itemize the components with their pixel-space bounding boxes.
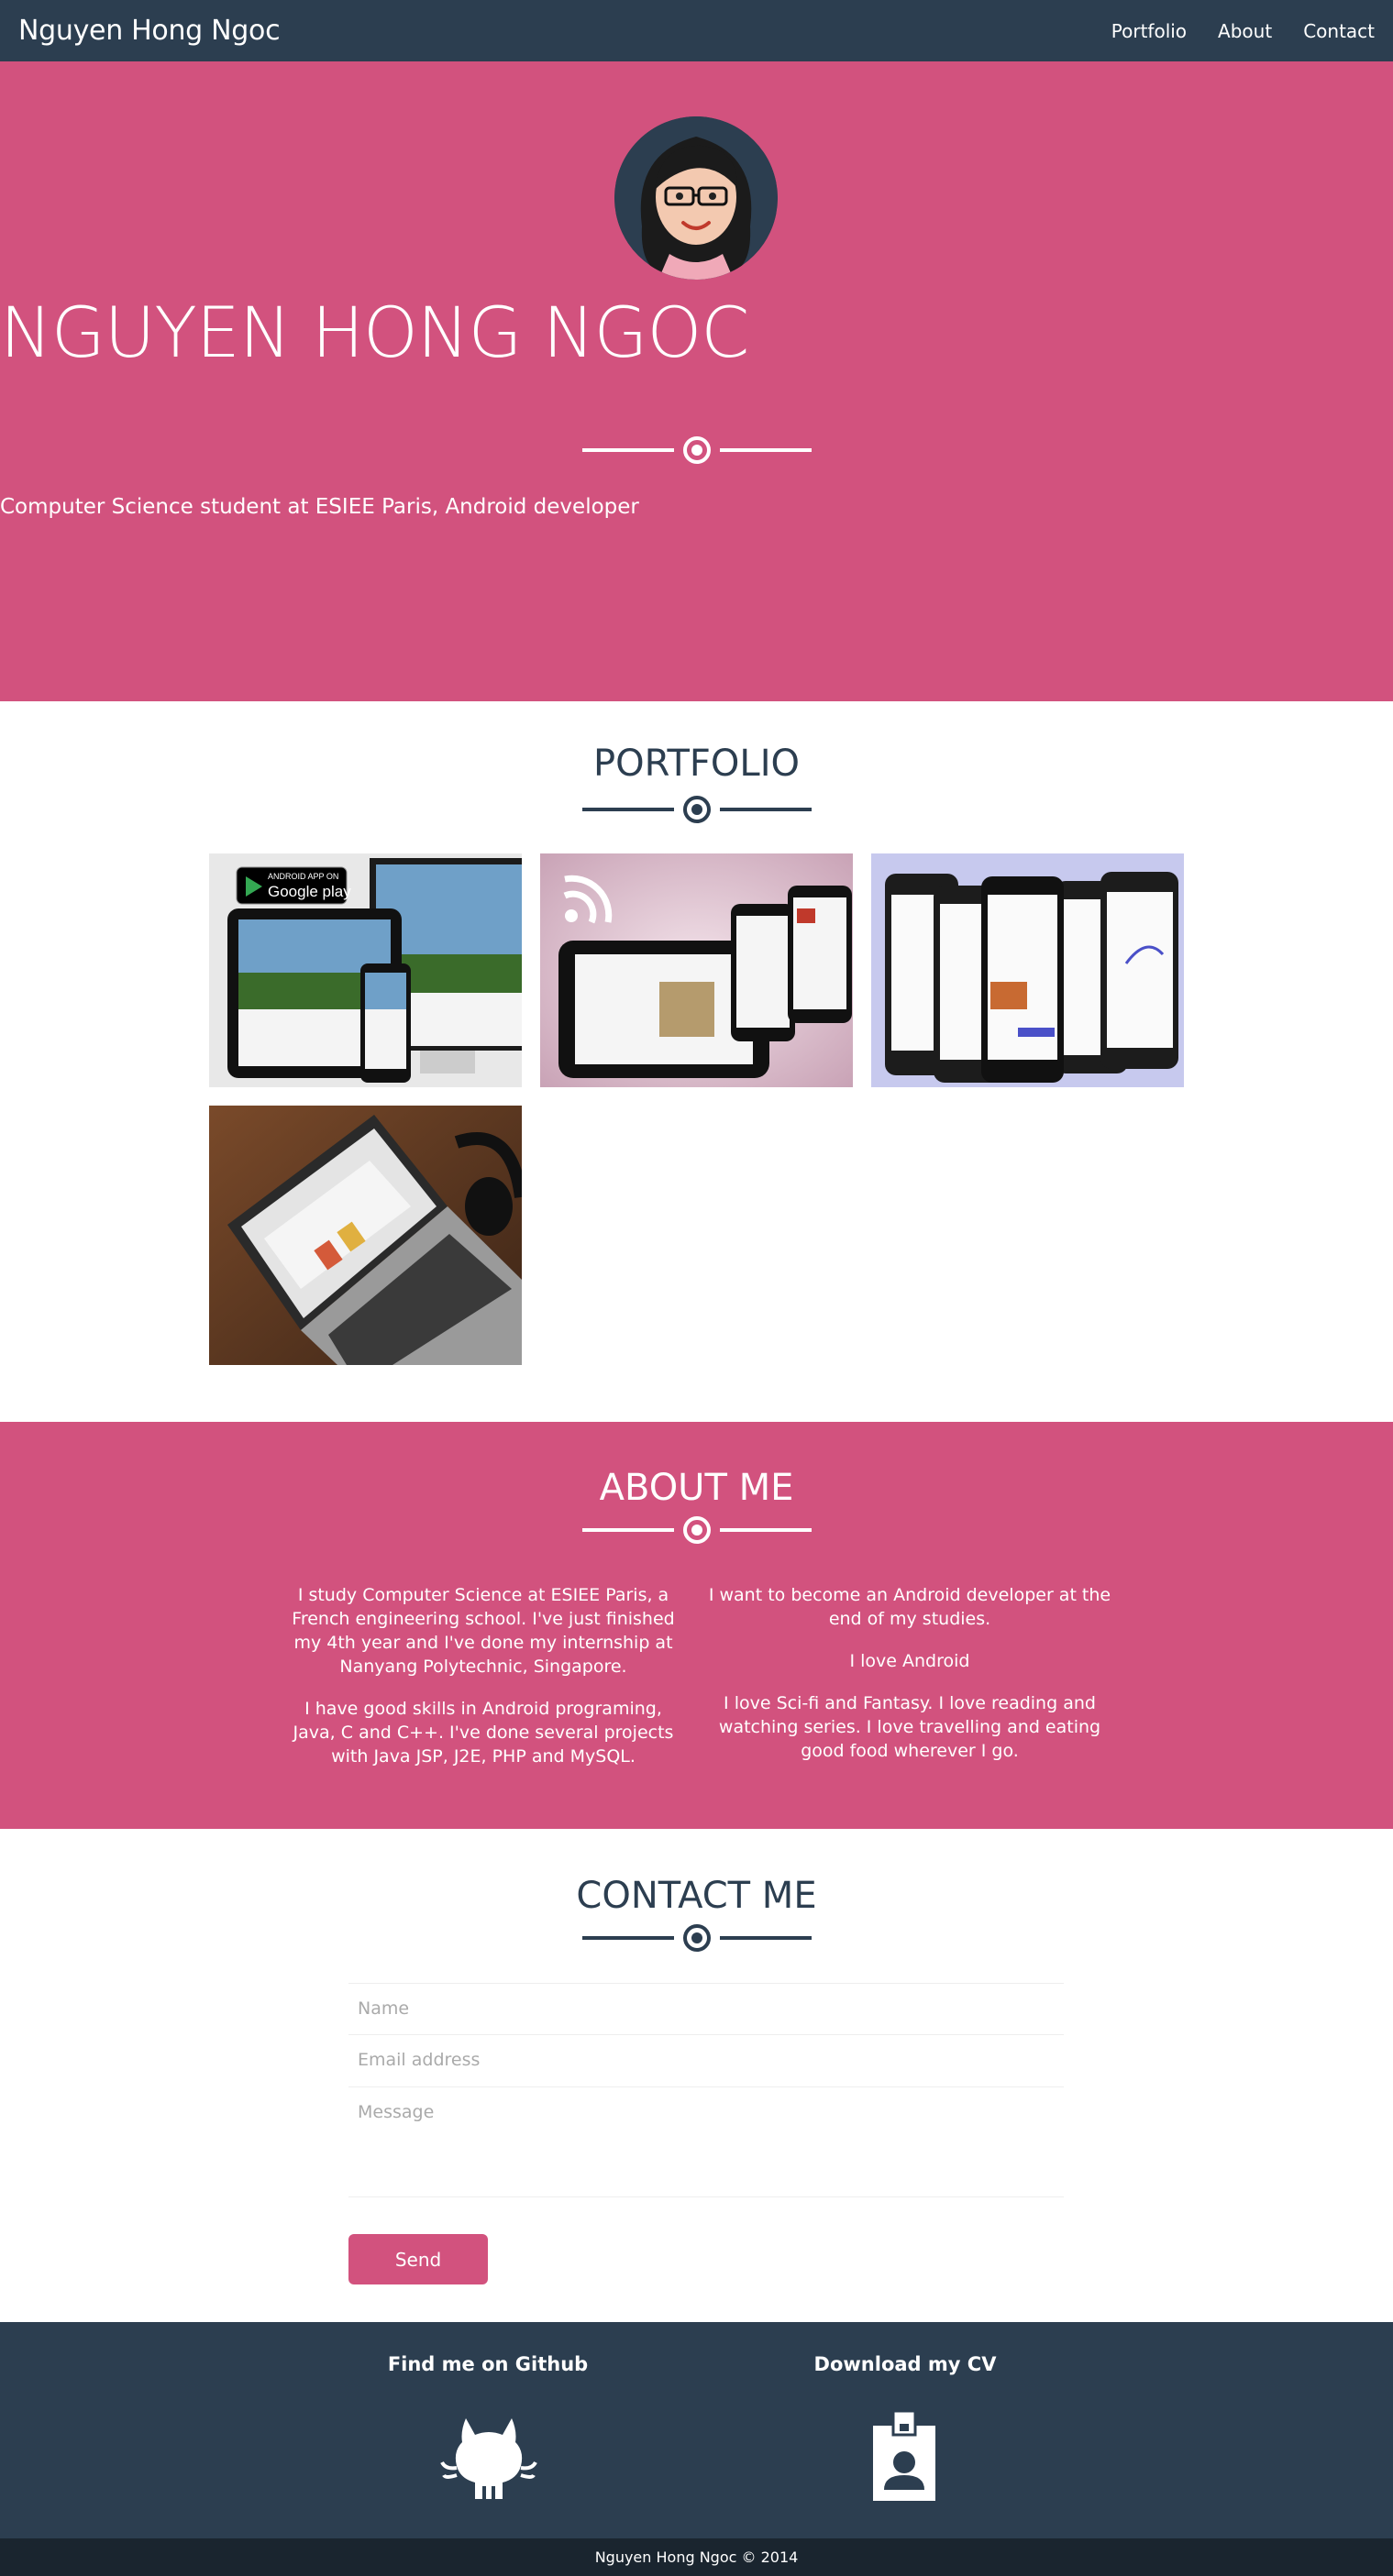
brand-link[interactable]: Nguyen Hong Ngoc — [18, 15, 281, 47]
portfolio-title: PORTFOLIO — [593, 743, 800, 785]
nav-links: Portfolio About Contact — [1080, 20, 1375, 42]
portfolio-item-slatch[interactable]: ANDROID APP ON Google play — [209, 853, 522, 1087]
nav-link-contact[interactable]: Contact — [1303, 20, 1375, 42]
about-paragraph: I want to become an Android developer at… — [708, 1585, 1111, 1629]
android-icon — [683, 1516, 711, 1544]
avatar — [614, 116, 778, 280]
copyright-bar: Nguyen Hong Ngoc © 2014 — [0, 2538, 1393, 2576]
portfolio-divider — [582, 796, 812, 823]
badge-line1: ANDROID APP ON — [268, 872, 338, 881]
about-right-column: I want to become an Android developer at… — [708, 1583, 1111, 1781]
id-badge-icon[interactable] — [871, 2409, 937, 2506]
nav-link-portfolio[interactable]: Portfolio — [1111, 20, 1187, 42]
nav-link-about[interactable]: About — [1218, 20, 1272, 42]
hero-title: NGUYEN HONG NGOC — [0, 292, 749, 373]
copyright-text: Nguyen Hong Ngoc © 2014 — [594, 2548, 799, 2566]
github-octocat-icon[interactable] — [440, 2411, 537, 2504]
contact-title: CONTACT ME — [576, 1875, 817, 1917]
about-divider — [582, 1516, 812, 1544]
about-title: ABOUT ME — [599, 1467, 794, 1509]
hero-star-divider — [582, 436, 812, 464]
github-heading: Find me on Github — [387, 2353, 589, 2375]
about-left-column: I study Computer Science at ESIEE Paris,… — [282, 1583, 685, 1787]
navbar: Nguyen Hong Ngoc Portfolio About Contact — [0, 0, 1393, 61]
portfolio-item-chat-app[interactable] — [871, 853, 1184, 1087]
contact-divider — [582, 1924, 812, 1952]
android-icon — [683, 796, 711, 823]
about-paragraph: I love Android — [849, 1651, 970, 1671]
hero-subtitle: Computer Science student at ESIEE Paris,… — [0, 495, 639, 519]
email-field[interactable]: Email address — [348, 2035, 1064, 2087]
about-paragraph: I study Computer Science at ESIEE Paris,… — [292, 1585, 675, 1677]
android-icon — [683, 1924, 711, 1952]
about-paragraph: I love Sci-fi and Fantasy. I love readin… — [718, 1693, 1101, 1761]
android-icon — [683, 436, 711, 464]
portfolio-item-rss-reader[interactable] — [540, 853, 853, 1087]
about-paragraph: I have good skills in Android programing… — [293, 1699, 674, 1767]
cv-heading: Download my CV — [813, 2353, 997, 2375]
send-button[interactable]: Send — [348, 2234, 488, 2284]
portfolio-item-laptop-web[interactable] — [209, 1106, 522, 1365]
message-field[interactable]: Message — [348, 2087, 1064, 2197]
name-field[interactable]: Name — [348, 1983, 1064, 2035]
badge-line2: Google play — [268, 883, 351, 900]
footer — [0, 2322, 1393, 2538]
